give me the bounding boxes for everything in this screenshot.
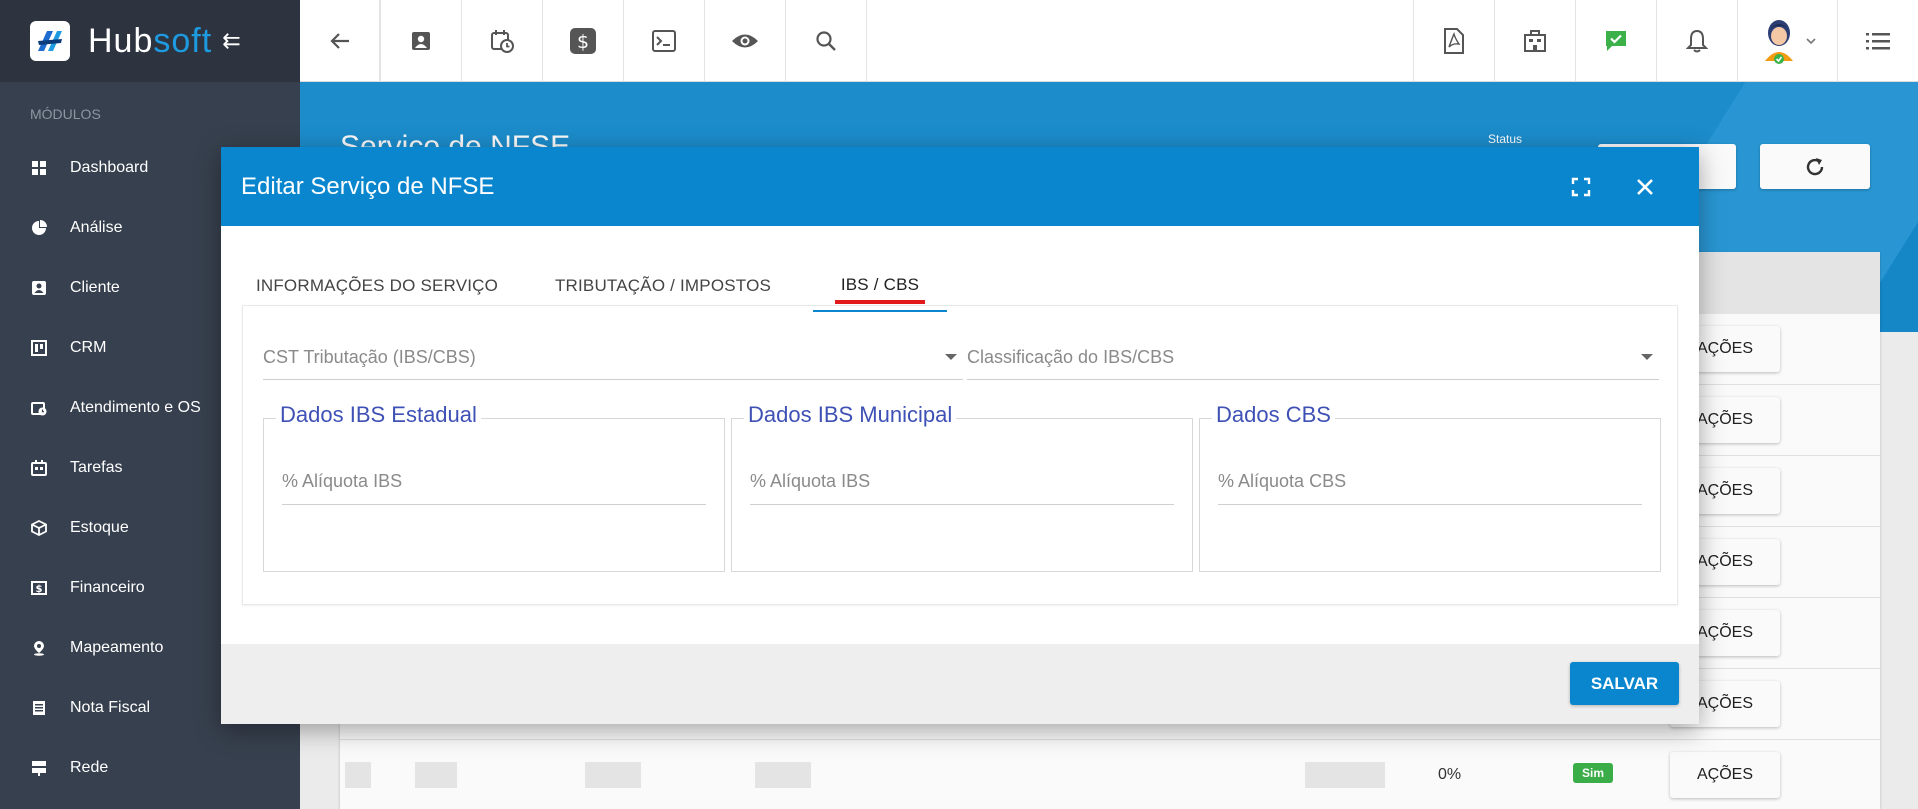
box-icon	[30, 519, 48, 537]
finance-button[interactable]: $	[543, 0, 624, 82]
clients-button[interactable]	[381, 0, 462, 82]
toolbar-right-group	[1413, 0, 1918, 82]
money-icon: $	[30, 579, 48, 597]
sidebar-item-label: Atendimento e OS	[70, 399, 201, 416]
hubsoft-logo-icon	[30, 21, 70, 61]
contact-card-icon	[412, 32, 430, 50]
sidebar-item-label: Tarefas	[70, 459, 123, 476]
building-icon	[1524, 30, 1546, 52]
terminal-icon	[652, 30, 676, 52]
cst-tributacao-select[interactable]: CST Tributação (IBS/CBS)	[263, 336, 963, 380]
menu-list-button[interactable]	[1837, 0, 1918, 82]
sidebar-item-rede[interactable]: Rede	[0, 738, 300, 798]
search-icon	[816, 31, 836, 51]
select-placeholder: Classificação do IBS/CBS	[967, 347, 1175, 367]
tab-label: IBS / CBS	[834, 275, 926, 304]
fullscreen-icon	[1571, 177, 1591, 197]
list-icon	[1866, 33, 1890, 50]
sidebar-item-label: Nota Fiscal	[70, 699, 151, 716]
sidebar-item-label: Estoque	[70, 519, 129, 536]
select-placeholder: CST Tributação (IBS/CBS)	[263, 347, 476, 367]
sidebar-item-label: Financeiro	[70, 579, 145, 596]
dropdown-caret-icon	[945, 354, 957, 360]
svg-text:$: $	[36, 584, 43, 595]
ibs-cbs-panel: CST Tributação (IBS/CBS) Classificação d…	[242, 305, 1678, 605]
cbs-group: Dados CBS % Alíquota CBS	[1199, 402, 1661, 572]
modal-header: Editar Serviço de NFSE	[221, 147, 1699, 226]
pdf-button[interactable]	[1413, 0, 1494, 82]
modal-footer: SALVAR	[221, 644, 1699, 724]
user-avatar-icon	[1764, 20, 1793, 64]
dropdown-caret-icon	[1641, 354, 1653, 360]
aliquota-ibs-estadual-input[interactable]: % Alíquota IBS	[282, 459, 706, 505]
sidebar-item-label: Mapeamento	[70, 639, 164, 656]
calendar-tasks-icon	[30, 459, 48, 477]
calendar-clock-icon	[491, 30, 514, 53]
app-logo-text: Hubsoft	[88, 21, 213, 60]
logo-bar: Hubsoft ⇇	[0, 0, 300, 82]
user-menu-button[interactable]	[1737, 0, 1837, 82]
group-legend: Dados IBS Municipal	[744, 402, 957, 428]
sidebar-item-label: Cliente	[70, 279, 120, 296]
sidebar-item-label: Dashboard	[70, 159, 149, 176]
sidebar-item-label: CRM	[70, 339, 107, 356]
aliquota-ibs-municipal-input[interactable]: % Alíquota IBS	[750, 459, 1174, 505]
schedule-button[interactable]	[462, 0, 543, 82]
search-button[interactable]	[786, 0, 867, 82]
back-button[interactable]	[300, 0, 381, 82]
company-button[interactable]	[1494, 0, 1575, 82]
edit-service-modal: Editar Serviço de NFSE INFORMAÇÕES DO SE…	[221, 147, 1699, 724]
close-modal-button[interactable]	[1631, 173, 1659, 201]
svg-text:$: $	[577, 31, 589, 53]
sidebar-collapse-icon[interactable]: ⇇	[222, 28, 240, 54]
fullscreen-button[interactable]	[1567, 173, 1595, 201]
aliquota-cbs-input[interactable]: % Alíquota CBS	[1218, 459, 1642, 505]
save-button[interactable]: SALVAR	[1570, 662, 1679, 705]
eye-icon	[732, 34, 758, 48]
terminal-button[interactable]	[624, 0, 705, 82]
map-pin-icon	[30, 639, 48, 657]
calendar-clock-icon	[30, 399, 48, 417]
messages-button[interactable]	[1575, 0, 1656, 82]
ibs-estadual-group: Dados IBS Estadual % Alíquota IBS	[263, 402, 725, 572]
modules-section-title: MÓDULOS	[30, 106, 101, 122]
pie-chart-icon	[30, 219, 48, 237]
contact-card-icon	[30, 279, 48, 297]
group-legend: Dados IBS Estadual	[276, 402, 481, 428]
sidebar-item-label: Rede	[70, 759, 109, 776]
sidebar-item-label: Análise	[70, 219, 123, 236]
server-icon	[30, 759, 48, 777]
dollar-icon: $	[570, 28, 596, 54]
chat-check-icon	[1606, 31, 1626, 51]
ibs-municipal-group: Dados IBS Municipal % Alíquota IBS	[731, 402, 1193, 572]
chevron-down-icon	[1805, 38, 1816, 45]
dashboard-icon	[30, 159, 48, 177]
group-legend: Dados CBS	[1212, 402, 1335, 428]
notifications-button[interactable]	[1656, 0, 1737, 82]
bell-icon	[1686, 29, 1708, 53]
arrow-left-icon	[329, 33, 349, 49]
classificacao-ibs-cbs-select[interactable]: Classificação do IBS/CBS	[967, 336, 1659, 380]
document-icon	[30, 699, 48, 717]
top-toolbar: $	[300, 0, 1918, 82]
modal-title: Editar Serviço de NFSE	[241, 172, 495, 200]
pdf-file-icon	[1444, 28, 1464, 54]
view-button[interactable]	[705, 0, 786, 82]
board-icon	[30, 339, 48, 357]
close-icon	[1637, 179, 1653, 195]
